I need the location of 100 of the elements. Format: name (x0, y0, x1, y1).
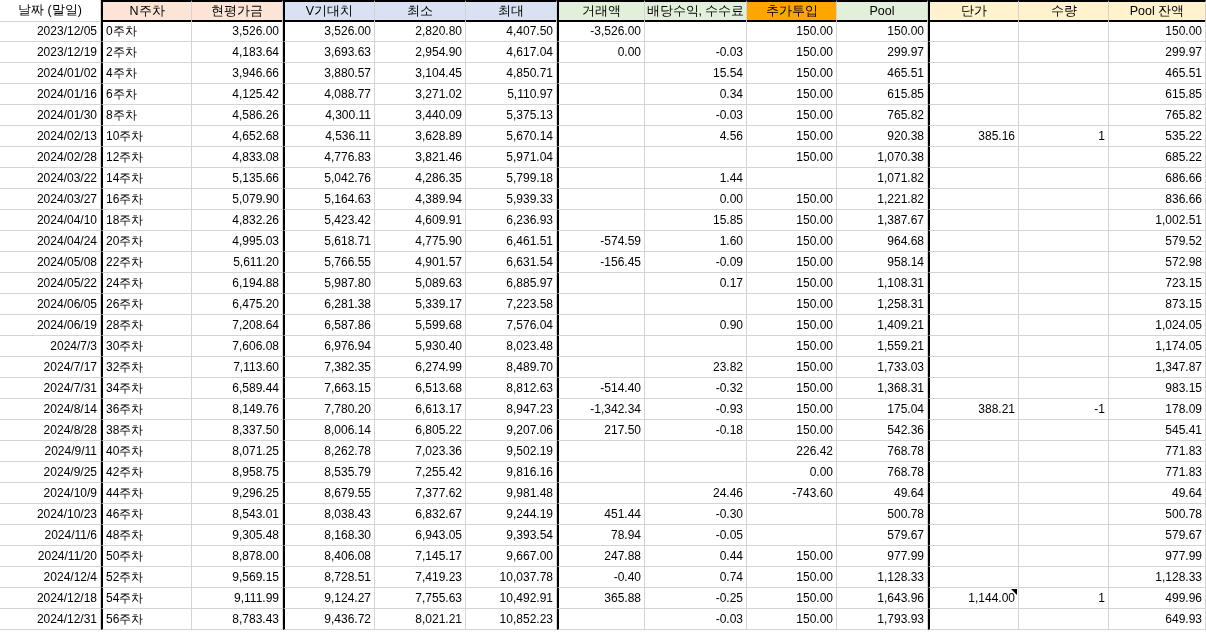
table-cell: 150.00 (747, 210, 837, 231)
table-cell: 5,089.63 (375, 273, 466, 294)
table-cell: 1,559.21 (837, 336, 928, 357)
table-cell: 1 (1019, 588, 1109, 609)
table-cell: 579.67 (1109, 525, 1206, 546)
table-cell: 2024/10/23 (0, 504, 101, 525)
table-cell: 22주차 (101, 252, 192, 273)
table-cell: 150.00 (747, 126, 837, 147)
table-cell: 2024/11/6 (0, 525, 101, 546)
table-cell: 1,733.03 (837, 357, 928, 378)
table-cell: 8,038.43 (283, 504, 375, 525)
table-cell: 615.85 (1109, 84, 1206, 105)
table-cell: 500.78 (1109, 504, 1206, 525)
table-cell: 9,667.00 (466, 546, 557, 567)
table-cell: 6,613.17 (375, 399, 466, 420)
table-cell: 150.00 (747, 357, 837, 378)
table-cell: 0.17 (645, 273, 747, 294)
table-cell: 9,502.19 (466, 441, 557, 462)
table-cell: 4,850.71 (466, 63, 557, 84)
table-cell: 873.15 (1109, 294, 1206, 315)
table-cell: 4,536.11 (283, 126, 375, 147)
table-cell: 500.78 (837, 504, 928, 525)
table-cell: 49.64 (1109, 483, 1206, 504)
table-cell: 8,679.55 (283, 483, 375, 504)
table-cell: 10,852.23 (466, 609, 557, 630)
table-cell: 14주차 (101, 168, 192, 189)
table-cell: 20주차 (101, 231, 192, 252)
column-header: 거래액 (557, 0, 645, 22)
table-cell: 1,174.05 (1109, 336, 1206, 357)
table-cell: 8,262.78 (283, 441, 375, 462)
table-cell: 7,255.42 (375, 462, 466, 483)
table-cell: 1,070.38 (837, 147, 928, 168)
table-cell: 28주차 (101, 315, 192, 336)
table-cell: 175.04 (837, 399, 928, 420)
table-cell: 9,244.19 (466, 504, 557, 525)
table-cell: 4주차 (101, 63, 192, 84)
table-cell: 8,812.63 (466, 378, 557, 399)
table-cell: 8,071.25 (192, 441, 283, 462)
table-cell: 150.00 (747, 399, 837, 420)
table-cell: 32주차 (101, 357, 192, 378)
table-cell: 0.90 (645, 315, 747, 336)
table-cell: 649.93 (1109, 609, 1206, 630)
column-header: 현평가금 (192, 0, 283, 22)
table-cell: 150.00 (747, 378, 837, 399)
table-cell: 150.00 (747, 147, 837, 168)
table-cell: 150.00 (747, 84, 837, 105)
table-cell: -0.40 (557, 567, 645, 588)
table-cell: 36주차 (101, 399, 192, 420)
table-cell: 6,976.94 (283, 336, 375, 357)
table-cell: -0.30 (645, 504, 747, 525)
table-cell: 150.00 (1109, 21, 1206, 42)
table-cell: 6,589.44 (192, 378, 283, 399)
table-cell: 150.00 (747, 273, 837, 294)
table-cell: 4,775.90 (375, 231, 466, 252)
table-cell: 7,780.20 (283, 399, 375, 420)
table-cell: 765.82 (1109, 105, 1206, 126)
table-cell: 3,104.45 (375, 63, 466, 84)
table-cell: 8주차 (101, 105, 192, 126)
table-cell: 958.14 (837, 252, 928, 273)
table-cell: 5,079.90 (192, 189, 283, 210)
table-cell: 2024/9/25 (0, 462, 101, 483)
table-cell: 2024/8/28 (0, 420, 101, 441)
table-cell: 2024/7/3 (0, 336, 101, 357)
table-cell: 0주차 (101, 21, 192, 42)
table-cell: 2024/12/31 (0, 609, 101, 630)
table-cell: 6,194.88 (192, 273, 283, 294)
table-cell: 4,407.50 (466, 21, 557, 42)
table-cell: 5,670.14 (466, 126, 557, 147)
table-cell: 572.98 (1109, 252, 1206, 273)
table-cell: 150.00 (747, 231, 837, 252)
table-cell: 9,296.25 (192, 483, 283, 504)
table-cell: -0.03 (645, 609, 747, 630)
table-cell: 2024/04/24 (0, 231, 101, 252)
table-cell: 299.97 (1109, 42, 1206, 63)
table-cell: 6,513.68 (375, 378, 466, 399)
table-cell: 15.54 (645, 63, 747, 84)
table-cell: 6,236.93 (466, 210, 557, 231)
table-cell: 7,223.58 (466, 294, 557, 315)
table-cell: 1,128.33 (837, 567, 928, 588)
table-cell: 4,088.77 (283, 84, 375, 105)
table-cell: 6,631.54 (466, 252, 557, 273)
table-cell: 2024/01/02 (0, 63, 101, 84)
table-cell: 150.00 (747, 105, 837, 126)
table-cell: 836.66 (1109, 189, 1206, 210)
table-cell: -3,526.00 (557, 21, 645, 42)
table-cell: 5,042.76 (283, 168, 375, 189)
table-cell: 23.82 (645, 357, 747, 378)
table-cell: 2024/01/30 (0, 105, 101, 126)
table-cell: 579.67 (837, 525, 928, 546)
table-cell: 2024/10/9 (0, 483, 101, 504)
table-cell: 299.97 (837, 42, 928, 63)
table-cell: 150.00 (747, 189, 837, 210)
table-cell: 6,832.67 (375, 504, 466, 525)
table-cell: 8,406.08 (283, 546, 375, 567)
table-cell: 5,110.97 (466, 84, 557, 105)
table-cell: 9,816.16 (466, 462, 557, 483)
column-header: 추가투입 (747, 0, 837, 22)
table-cell: 8,168.30 (283, 525, 375, 546)
table-cell: 8,023.48 (466, 336, 557, 357)
table-cell: 2024/7/31 (0, 378, 101, 399)
